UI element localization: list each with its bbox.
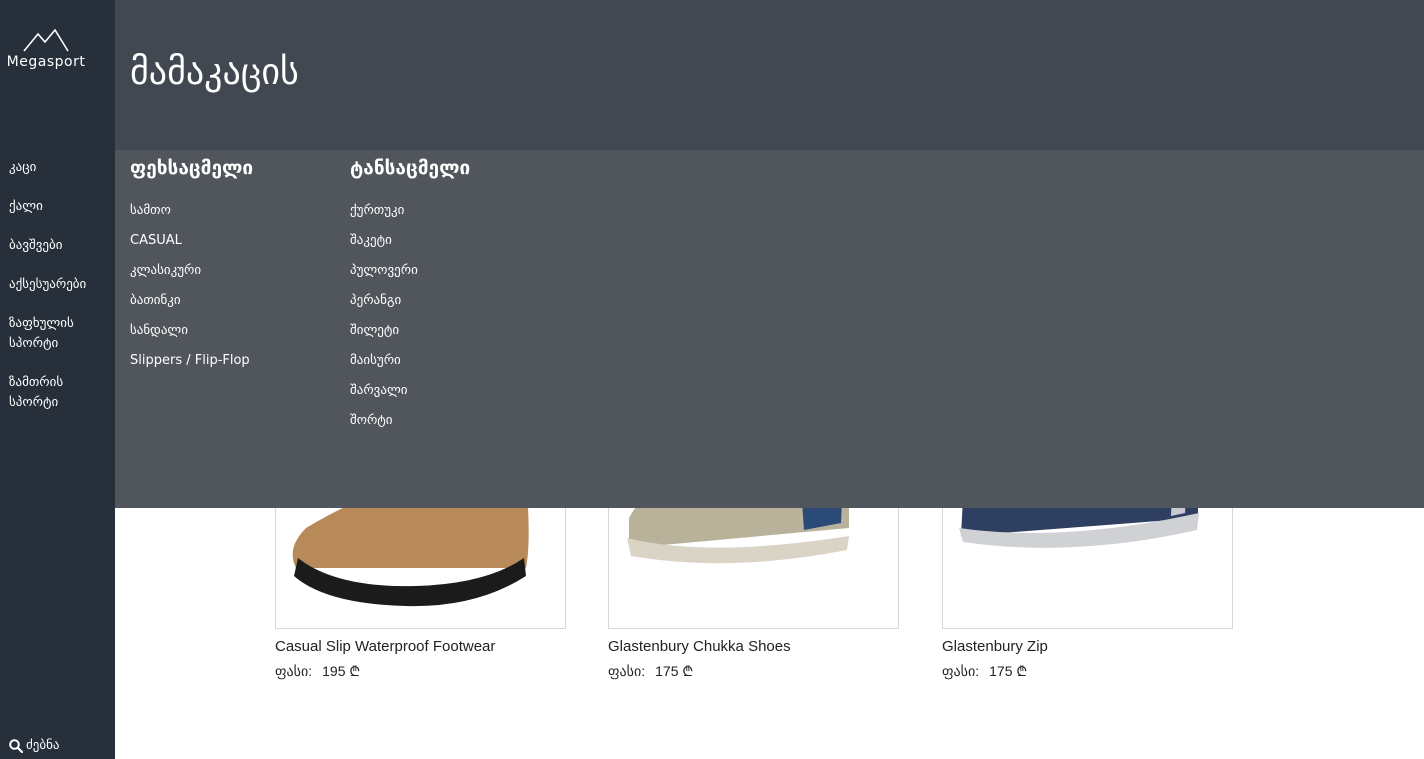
- sidebar-item-accessories[interactable]: აქსესუარები: [9, 275, 86, 295]
- menu-item[interactable]: კლასიკური: [130, 256, 250, 286]
- menu-heading[interactable]: ტანსაცმელი: [350, 157, 470, 179]
- menu-item[interactable]: შაკეტი: [350, 226, 418, 256]
- menu-item[interactable]: Slippers / Flip-Flop: [130, 346, 250, 376]
- product-price: ფასი: 195 ₾: [275, 662, 360, 681]
- sidebar-item-winter-sport[interactable]: ზამთრის სპორტი: [9, 373, 99, 413]
- menu-list: ქურთუკი შაკეტი პულოვერი პერანგი შილეტი მ…: [350, 196, 418, 436]
- menu-item[interactable]: პულოვერი: [350, 256, 418, 286]
- mountain-icon: [23, 28, 69, 52]
- brand-name: Megasport: [6, 54, 86, 70]
- price-value: 195 ₾: [322, 663, 361, 679]
- brand-logo[interactable]: Megasport: [0, 28, 92, 70]
- menu-item[interactable]: სანდალი: [130, 316, 250, 346]
- mega-menu: ფეხსაცმელი სამთო CASUAL კლასიკური ბათინკ…: [115, 150, 1424, 508]
- product-price: ფასი: 175 ₾: [608, 662, 693, 681]
- search-button[interactable]: ძებნა: [9, 738, 60, 753]
- page-header: მამაკაცის: [115, 0, 1424, 150]
- sidebar-item-men[interactable]: კაცი: [9, 158, 36, 178]
- price-label: ფასი:: [942, 663, 980, 679]
- product-name[interactable]: Casual Slip Waterproof Footwear: [275, 638, 495, 655]
- menu-item[interactable]: სამთო: [130, 196, 250, 226]
- price-label: ფასი:: [608, 663, 646, 679]
- search-icon: [9, 738, 23, 753]
- menu-item[interactable]: ბათინკი: [130, 286, 250, 316]
- menu-item[interactable]: შარვალი: [350, 376, 418, 406]
- search-label: ძებნა: [26, 738, 60, 753]
- page-title: მამაკაცის: [130, 52, 299, 93]
- product-price: ფასი: 175 ₾: [942, 662, 1027, 681]
- menu-list: სამთო CASUAL კლასიკური ბათინკი სანდალი S…: [130, 196, 250, 376]
- price-label: ფასი:: [275, 663, 313, 679]
- product-name[interactable]: Glastenbury Chukka Shoes: [608, 638, 791, 655]
- product-name[interactable]: Glastenbury Zip: [942, 638, 1048, 655]
- menu-item[interactable]: ქურთუკი: [350, 196, 418, 226]
- menu-heading[interactable]: ფეხსაცმელი: [130, 157, 253, 179]
- menu-item[interactable]: მაისური: [350, 346, 418, 376]
- price-value: 175 ₾: [989, 663, 1028, 679]
- menu-item[interactable]: პერანგი: [350, 286, 418, 316]
- menu-item[interactable]: CASUAL: [130, 226, 250, 256]
- price-value: 175 ₾: [655, 663, 694, 679]
- menu-item[interactable]: შილეტი: [350, 316, 418, 346]
- sidebar-item-women[interactable]: ქალი: [9, 197, 43, 217]
- sidebar-item-kids[interactable]: ბავშვები: [9, 236, 62, 256]
- sidebar-item-summer-sport[interactable]: ზაფხულის სპორტი: [9, 314, 99, 354]
- sidebar: Megasport კაცი ქალი ბავშვები აქსესუარები…: [0, 0, 115, 759]
- menu-item[interactable]: შორტი: [350, 406, 418, 436]
